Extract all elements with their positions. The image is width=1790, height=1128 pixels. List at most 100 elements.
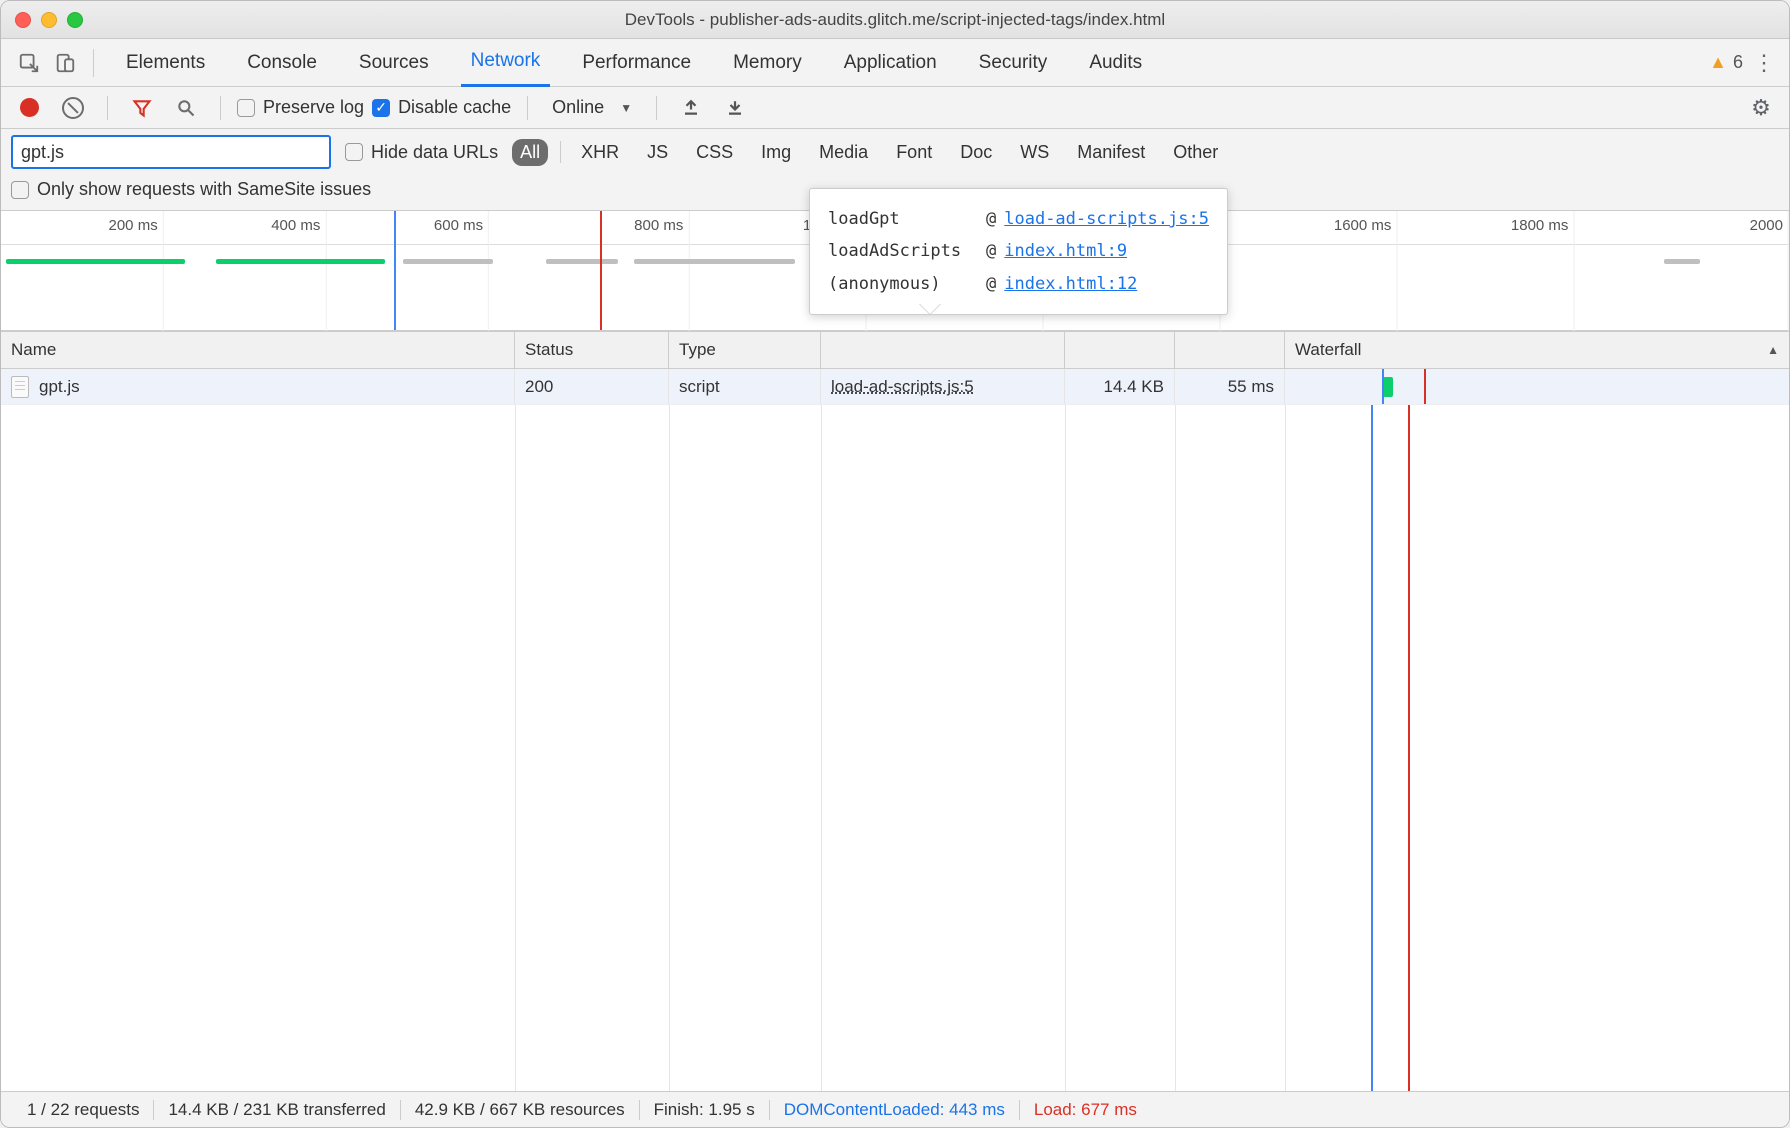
checkbox-icon (345, 143, 363, 161)
sort-indicator-icon: ▲ (1767, 343, 1779, 357)
throttling-value: Online (552, 97, 604, 118)
col-initiator[interactable] (821, 332, 1065, 368)
checkbox-icon (11, 181, 29, 199)
tick: 800 ms (634, 217, 689, 234)
clear-button[interactable] (55, 90, 91, 126)
status-bar: 1 / 22 requests 14.4 KB / 231 KB transfe… (1, 1091, 1789, 1127)
waterfall-bar (1383, 377, 1393, 397)
cell-initiator[interactable]: load-ad-scripts.js:5 (821, 369, 1065, 404)
table-row[interactable]: gpt.js 200 script load-ad-scripts.js:5 1… (1, 369, 1789, 405)
more-menu-icon[interactable]: ⋮ (1749, 50, 1779, 76)
load-line (1424, 369, 1426, 404)
resource-type-filters: All XHR JS CSS Img Media Font Doc WS Man… (512, 139, 1226, 166)
filter-img[interactable]: Img (753, 139, 799, 166)
record-button[interactable] (11, 90, 47, 126)
initiator-callstack-tooltip: loadGpt @ load-ad-scripts.js:5 loadAdScr… (809, 188, 1228, 315)
tick: 1600 ms (1334, 217, 1398, 234)
stack-fn: loadGpt (828, 203, 978, 235)
filter-manifest[interactable]: Manifest (1069, 139, 1153, 166)
export-har-button[interactable] (717, 90, 753, 126)
checkbox-icon (237, 99, 255, 117)
issues-counter[interactable]: ▲ 6 (1709, 52, 1743, 73)
samesite-label: Only show requests with SameSite issues (37, 179, 371, 200)
initiator-link[interactable]: load-ad-scripts.js:5 (831, 377, 974, 397)
throttling-select[interactable]: Online ▼ (544, 94, 640, 121)
separator (93, 49, 94, 77)
filter-ws[interactable]: WS (1012, 139, 1057, 166)
stack-frame: loadGpt @ load-ad-scripts.js:5 (828, 203, 1209, 235)
separator (107, 96, 108, 120)
stack-link[interactable]: index.html:9 (1004, 235, 1127, 267)
file-icon (11, 376, 29, 398)
col-waterfall[interactable]: Waterfall ▲ (1285, 332, 1789, 368)
clear-icon (62, 97, 84, 119)
filter-input[interactable] (11, 135, 331, 169)
tab-audits[interactable]: Audits (1079, 39, 1152, 87)
stack-frame: (anonymous) @ index.html:12 (828, 268, 1209, 300)
filter-xhr[interactable]: XHR (573, 139, 627, 166)
samesite-checkbox[interactable]: Only show requests with SameSite issues (11, 179, 371, 200)
issues-count: 6 (1733, 52, 1743, 73)
search-button[interactable] (168, 90, 204, 126)
tick: 1800 ms (1511, 217, 1575, 234)
dcl-line (1371, 405, 1373, 1091)
col-type[interactable]: Type (669, 332, 821, 368)
col-status[interactable]: Status (515, 332, 669, 368)
tab-console[interactable]: Console (237, 39, 327, 87)
preserve-log-label: Preserve log (263, 97, 364, 118)
col-size[interactable] (1065, 332, 1175, 368)
at-symbol: @ (986, 268, 996, 300)
device-toggle-icon[interactable] (47, 45, 83, 81)
disable-cache-checkbox[interactable]: ✓ Disable cache (372, 97, 511, 118)
tab-network[interactable]: Network (461, 39, 551, 87)
separator (527, 96, 528, 120)
load-marker (600, 211, 602, 330)
stack-link[interactable]: index.html:12 (1004, 268, 1137, 300)
col-time[interactable] (1175, 332, 1285, 368)
filter-toggle-button[interactable] (124, 90, 160, 126)
cell-status: 200 (515, 369, 669, 404)
filter-js[interactable]: JS (639, 139, 676, 166)
preserve-log-checkbox[interactable]: Preserve log (237, 97, 364, 118)
checkbox-checked-icon: ✓ (372, 99, 390, 117)
network-table: Name Status Type Waterfall ▲ gpt.js 200 … (1, 331, 1789, 1091)
import-har-button[interactable] (673, 90, 709, 126)
tab-elements[interactable]: Elements (116, 39, 215, 87)
filter-media[interactable]: Media (811, 139, 876, 166)
request-name: gpt.js (39, 377, 80, 397)
dcl-line (1382, 369, 1384, 404)
filter-other[interactable]: Other (1165, 139, 1226, 166)
filter-all[interactable]: All (512, 139, 548, 166)
filter-css[interactable]: CSS (688, 139, 741, 166)
cell-type: script (669, 369, 821, 404)
network-toolbar: Preserve log ✓ Disable cache Online ▼ ⚙ (1, 87, 1789, 129)
separator (560, 141, 561, 163)
stack-link[interactable]: load-ad-scripts.js:5 (1004, 203, 1209, 235)
col-name[interactable]: Name (1, 332, 515, 368)
settings-button[interactable]: ⚙ (1743, 90, 1779, 126)
filter-doc[interactable]: Doc (952, 139, 1000, 166)
filter-font[interactable]: Font (888, 139, 940, 166)
disable-cache-label: Disable cache (398, 97, 511, 118)
devtools-window: DevTools - publisher-ads-audits.glitch.m… (0, 0, 1790, 1128)
tab-security[interactable]: Security (969, 39, 1058, 87)
tab-performance[interactable]: Performance (572, 39, 701, 87)
sb-load: Load: 677 ms (1020, 1100, 1151, 1120)
sb-finish: Finish: 1.95 s (640, 1100, 769, 1120)
cell-name: gpt.js (1, 369, 515, 404)
chevron-down-icon: ▼ (606, 101, 632, 115)
tab-sources[interactable]: Sources (349, 39, 439, 87)
tab-memory[interactable]: Memory (723, 39, 812, 87)
separator (220, 96, 221, 120)
hide-data-urls-checkbox[interactable]: Hide data URLs (345, 142, 498, 163)
load-line (1408, 405, 1410, 1091)
at-symbol: @ (986, 203, 996, 235)
stack-fn: (anonymous) (828, 268, 978, 300)
sb-requests: 1 / 22 requests (13, 1100, 153, 1120)
inspect-element-icon[interactable] (11, 45, 47, 81)
hide-data-urls-label: Hide data URLs (371, 142, 498, 163)
tick: 2000 (1750, 217, 1789, 234)
tab-application[interactable]: Application (834, 39, 947, 87)
stack-fn: loadAdScripts (828, 235, 978, 267)
cell-size: 14.4 KB (1065, 369, 1175, 404)
